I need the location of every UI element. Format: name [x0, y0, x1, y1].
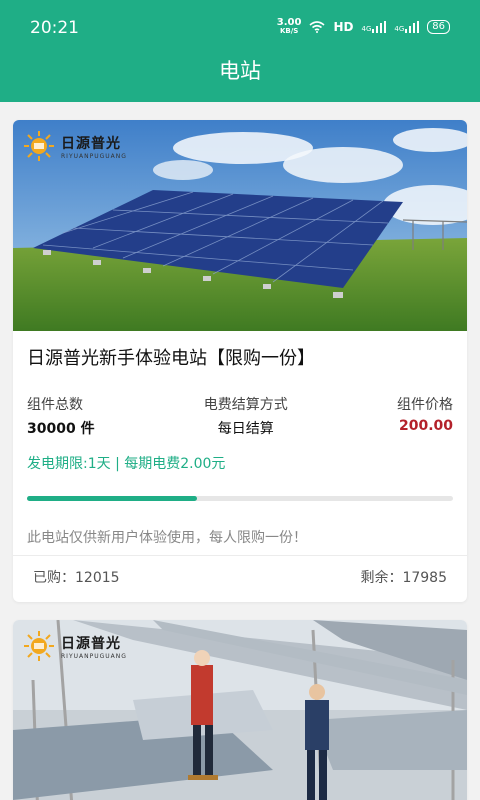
network-speed: 3.00 KB/S [276, 17, 302, 36]
battery-icon: 86 [427, 20, 450, 34]
station-title: 日源普光新手体验电站【限购一份】 [27, 348, 315, 369]
sun-logo-icon [24, 631, 54, 661]
station-card[interactable]: 日源普光 RIYUANPUGUANG [13, 620, 467, 800]
remaining-count: 剩余：17985 [360, 570, 447, 586]
page-title: 电站 [0, 52, 480, 102]
sun-logo-icon [24, 131, 54, 161]
station-image: 日源普光 RIYUANPUGUANG [13, 620, 467, 800]
purchased-count: 已购：12015 [33, 570, 120, 586]
divider [13, 555, 467, 556]
sales-progress-bar [27, 496, 453, 501]
sales-progress-fill [27, 496, 198, 501]
generation-period: 发电期限:1天 | 每期电费2.00元 [27, 456, 226, 472]
station-stats: 组件总数 30000 件 电费结算方式 每日结算 组件价格 200.00 [27, 394, 453, 438]
brand-logo: 日源普光 RIYUANPUGUANG [23, 130, 127, 162]
status-time: 20:21 [30, 18, 79, 38]
status-bar: 20:21 3.00 KB/S HD 4G 4G 86 [0, 0, 480, 52]
signal-2-icon: 4G [394, 21, 420, 33]
hd-indicator: HD [333, 20, 354, 34]
stat-settlement: 电费结算方式 每日结算 [203, 397, 288, 437]
signal-1-icon: 4G [361, 21, 387, 33]
wifi-icon [309, 21, 325, 33]
station-description: 此电站仅供新用户体验使用，每人限购一份！ [27, 530, 307, 546]
station-card[interactable]: 日源普光 RIYUANPUGUANG 日源普光新手体验电站【限购一份】 组件总数… [13, 120, 467, 602]
brand-logo: 日源普光 RIYUANPUGUANG [23, 630, 127, 662]
stat-price: 组件价格 200.00 [397, 397, 453, 434]
stat-total-modules: 组件总数 30000 件 [27, 397, 95, 437]
status-icons: 3.00 KB/S HD 4G 4G 86 [277, 18, 450, 36]
station-image: 日源普光 RIYUANPUGUANG [13, 120, 467, 331]
